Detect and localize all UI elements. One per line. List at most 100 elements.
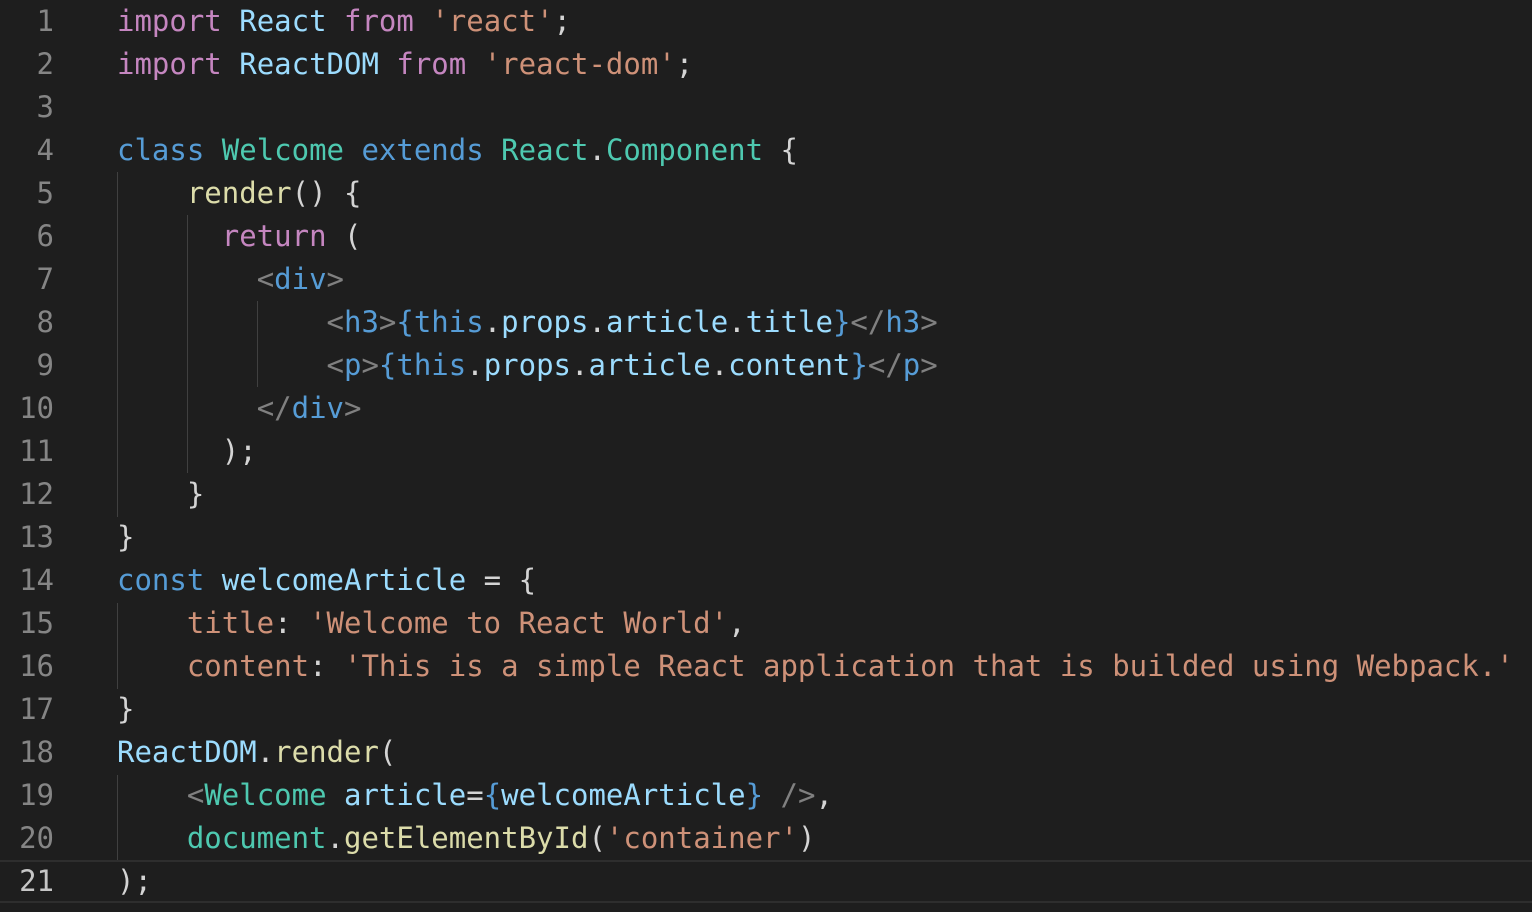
code-token: }	[117, 692, 135, 726]
code-token: p	[343, 348, 362, 382]
code-line[interactable]: 11 );	[0, 430, 1532, 473]
line-number: 5	[36, 176, 54, 210]
code-token: this	[413, 305, 484, 339]
code-token: props	[501, 305, 589, 339]
code-token: div	[291, 391, 344, 425]
code-token: <	[256, 262, 275, 296]
code-token: .	[710, 348, 729, 382]
code-token: ReactDOM	[239, 47, 379, 81]
line-number: 8	[36, 305, 54, 339]
code-line[interactable]: 14 const welcomeArticle = {	[0, 559, 1532, 602]
code-line[interactable]: 1 import React from 'react';	[0, 0, 1532, 43]
line-number: 13	[19, 520, 54, 554]
code-token: );	[117, 864, 152, 898]
code-token: .	[483, 305, 502, 339]
code-token: )	[797, 821, 816, 855]
code-token: ,	[815, 778, 833, 812]
code-token: {	[396, 305, 414, 339]
line-number: 10	[19, 391, 54, 425]
code-line[interactable]: 17}	[0, 688, 1532, 731]
code-token: >	[344, 391, 362, 425]
code-line[interactable]: 9 <p>{this.props.article.content}</p>	[0, 344, 1532, 387]
code-token: div	[274, 262, 327, 296]
code-token: props	[483, 348, 572, 382]
code-line[interactable]: 6 return (	[0, 215, 1532, 258]
code-text: }	[117, 473, 204, 516]
line-number: 4	[36, 133, 54, 167]
line-number: 20	[19, 821, 54, 855]
code-text: }	[117, 516, 134, 559]
code-token: :	[274, 606, 310, 640]
code-token: :	[309, 649, 344, 683]
code-line[interactable]: 12 }	[0, 473, 1532, 516]
code-line[interactable]: 21);	[0, 860, 1532, 903]
code-line[interactable]: 3	[0, 86, 1532, 129]
code-text: import ReactDOM from 'react-dom';	[117, 43, 693, 86]
code-editor[interactable]: 1 import React from 'react'; 2 import React…	[0, 0, 1532, 912]
code-line[interactable]: 13}	[0, 516, 1532, 559]
code-token: article	[605, 305, 729, 339]
code-token: extends	[361, 133, 484, 167]
code-token: {	[483, 778, 502, 812]
code-token: 'react-dom'	[483, 47, 676, 81]
code-token: title	[186, 606, 275, 640]
code-line[interactable]: 4 class Welcome extends React.Component {	[0, 129, 1532, 172]
code-token: </	[867, 348, 903, 382]
code-token: <	[326, 348, 344, 382]
line-number: 3	[36, 90, 54, 124]
code-line[interactable]: 20 document.getElementById('container')	[0, 817, 1532, 860]
code-token: article	[588, 348, 711, 382]
code-line[interactable]: 7 <div>	[0, 258, 1532, 301]
code-token: ;	[553, 4, 572, 38]
code-line[interactable]: 5 render() {	[0, 172, 1532, 215]
code-line[interactable]: 2 import ReactDOM from 'react-dom';	[0, 43, 1532, 86]
line-number: 18	[19, 735, 54, 769]
code-token: ReactDOM	[117, 735, 257, 769]
code-token: welcomeArticle	[501, 778, 746, 812]
line-number: 15	[19, 606, 54, 640]
code-line[interactable]: 10 </div>	[0, 387, 1532, 430]
code-token: >	[378, 305, 397, 339]
code-token: >	[361, 348, 379, 382]
code-text: <h3>{this.props.article.title}</h3>	[117, 301, 938, 344]
code-token: Component	[605, 133, 764, 167]
code-token: .	[256, 735, 275, 769]
code-token: render	[274, 735, 379, 769]
code-token: Welcome	[204, 778, 327, 812]
code-line[interactable]: 19 <Welcome article={welcomeArticle} />,	[0, 774, 1532, 817]
code-token: = {	[466, 563, 537, 597]
code-line[interactable]: 18 ReactDOM.render(	[0, 731, 1532, 774]
code-text: </div>	[117, 387, 362, 430]
code-line[interactable]: 15 title: 'Welcome to React World',	[0, 602, 1532, 645]
code-token: <	[186, 778, 205, 812]
code-text: );	[117, 430, 257, 473]
line-number: 12	[19, 477, 54, 511]
code-text: <div>	[117, 258, 344, 301]
code-line[interactable]: 8 <h3>{this.props.article.title}</h3>	[0, 301, 1532, 344]
code-token: 'react'	[431, 4, 554, 38]
code-token: getElementById	[344, 821, 589, 855]
code-token: return	[221, 219, 327, 253]
code-token: content	[728, 348, 851, 382]
code-token: p	[902, 348, 921, 382]
code-token: h3	[343, 305, 379, 339]
code-token: }	[117, 520, 135, 554]
code-token: content	[186, 649, 310, 683]
code-token: from	[396, 47, 467, 81]
code-text: document.getElementById('container')	[117, 817, 816, 860]
code-token: Welcome	[221, 133, 344, 167]
code-text: content: 'This is a simple React applica…	[117, 645, 1514, 688]
code-line[interactable]: 16 content: 'This is a simple React appl…	[0, 645, 1532, 688]
code-text: <Welcome article={welcomeArticle} />,	[117, 774, 833, 817]
code-token: class	[117, 133, 205, 167]
